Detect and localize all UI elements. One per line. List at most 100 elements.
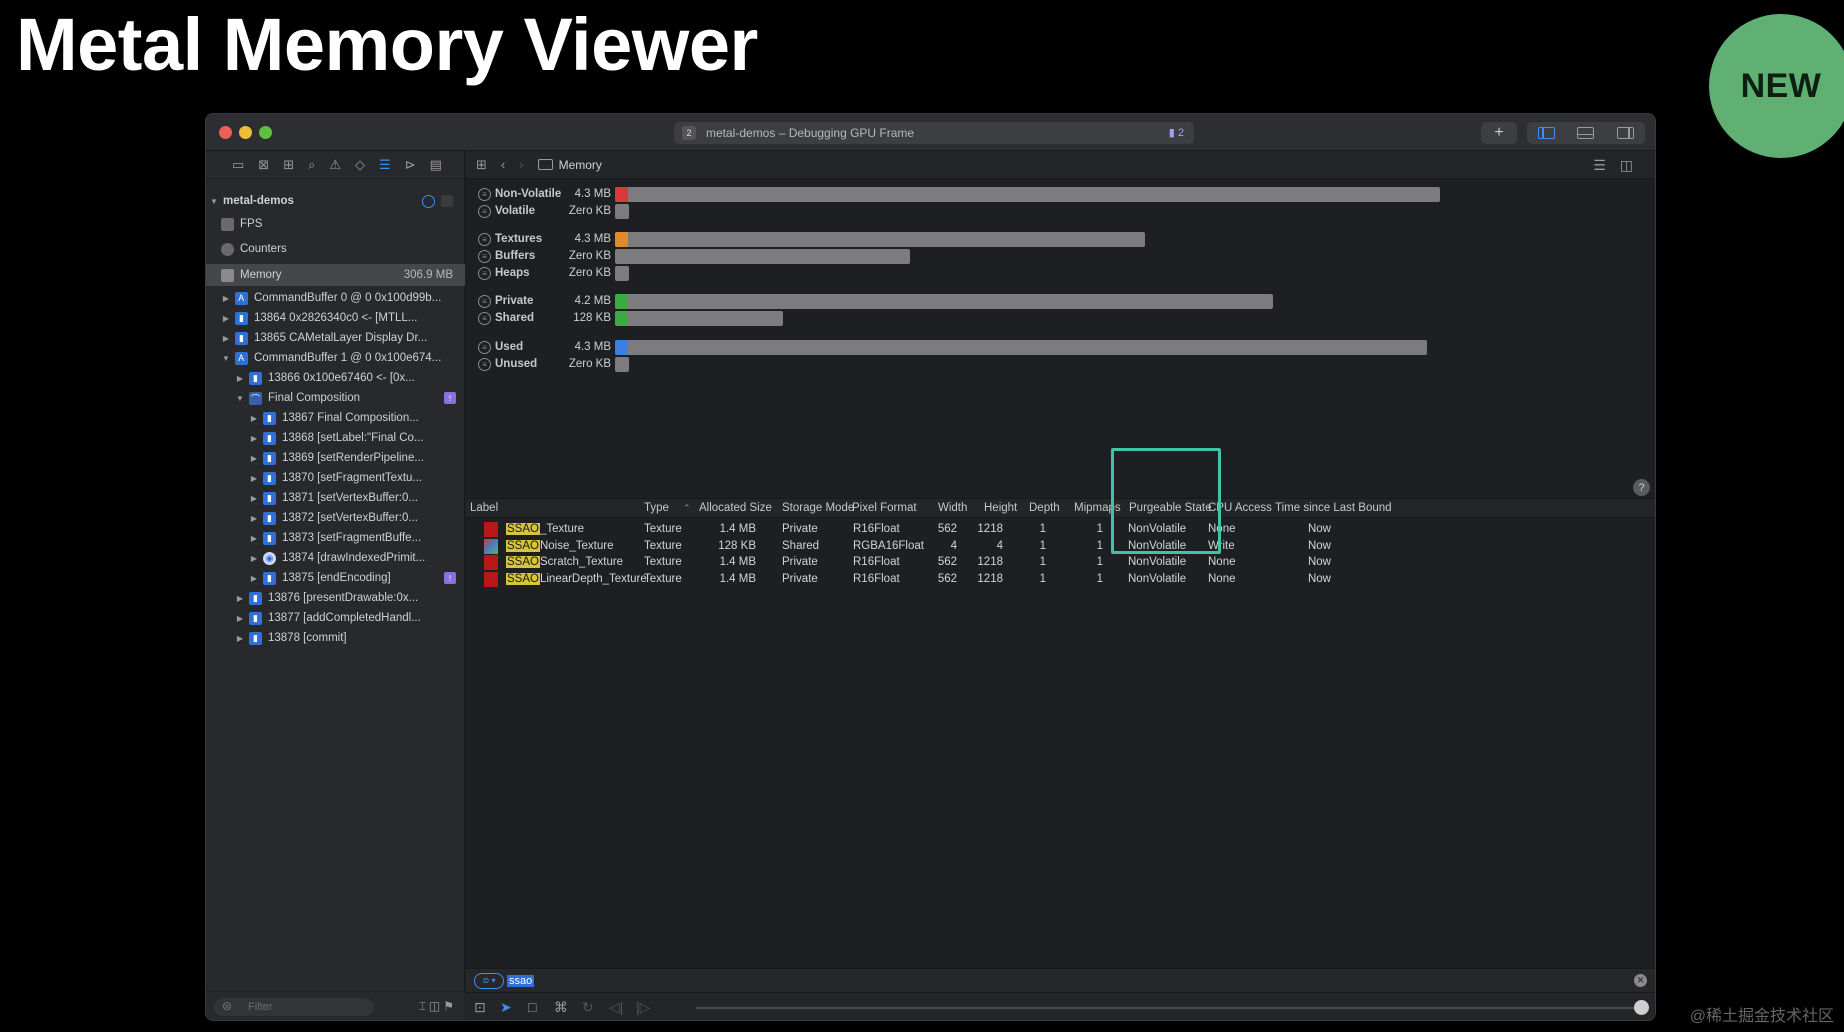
disclosure-closed-icon[interactable]: ▶: [249, 574, 259, 583]
filter-icon[interactable]: ≡: [478, 205, 491, 218]
find-input[interactable]: ssao: [507, 974, 535, 987]
add-button[interactable]: +: [1481, 122, 1517, 144]
tree-item-13866[interactable]: ▶ ▮ 13866 0x100e67460 <- [0x...: [206, 368, 465, 388]
step-forward-icon[interactable]: |▷: [636, 999, 650, 1016]
filter-icon[interactable]: ≡: [478, 267, 491, 280]
disclosure-closed-icon[interactable]: ▶: [249, 514, 259, 523]
hierarchy-icon[interactable]: ⊞: [283, 157, 294, 173]
sidebar-item-counters[interactable]: Counters: [206, 239, 465, 259]
sidebar-item-fps[interactable]: FPS: [206, 214, 465, 234]
disclosure-open-icon[interactable]: ▼: [209, 197, 219, 206]
disclosure-closed-icon[interactable]: ▶: [235, 374, 245, 383]
table-row[interactable]: SSAOLinearDepth_Texture Texture 1.4 MB Priv…: [466, 570, 1655, 589]
tree-item-13875[interactable]: ▶ ▮ 13875 [endEncoding]!: [206, 568, 465, 588]
col-height[interactable]: Height: [984, 502, 1017, 514]
filter-icon[interactable]: ≡: [478, 250, 491, 263]
reload-icon[interactable]: ↻: [582, 999, 594, 1016]
breakpoints-icon[interactable]: ➤: [500, 999, 512, 1016]
tree-item-13864[interactable]: ▶ ▮ 13864 0x2826340c0 <- [MTLL...: [206, 308, 465, 328]
tree-item-13870[interactable]: ▶ ▮ 13870 [setFragmentTextu...: [206, 468, 465, 488]
image-icon[interactable]: ⊡: [474, 999, 486, 1016]
col-depth[interactable]: Depth: [1029, 502, 1060, 514]
issue-badge[interactable]: ▮ 2: [1169, 126, 1184, 139]
scrubber-track[interactable]: [696, 1007, 1636, 1009]
filter-icon[interactable]: ≡: [478, 295, 491, 308]
test-icon[interactable]: ◇: [355, 157, 365, 173]
col-pixel-format[interactable]: Pixel Format: [852, 502, 917, 514]
disclosure-closed-icon[interactable]: ▶: [249, 494, 259, 503]
tree-item-13878[interactable]: ▶ ▮ 13878 [commit]: [206, 628, 465, 648]
scrubber-knob[interactable]: [1634, 1000, 1649, 1015]
disclosure-closed-icon[interactable]: ▶: [235, 614, 245, 623]
breadcrumb[interactable]: Memory: [559, 158, 602, 172]
filter-icon[interactable]: ≡: [478, 312, 491, 325]
tree-item-13869[interactable]: ▶ ▮ 13869 [setRenderPipeline...: [206, 448, 465, 468]
inspector-toggle[interactable]: [1606, 127, 1645, 139]
col-storage-mode[interactable]: Storage Mode: [782, 502, 854, 514]
disclosure-closed-icon[interactable]: ▶: [249, 534, 259, 543]
folder-icon[interactable]: ▭: [232, 157, 244, 173]
filter-icon[interactable]: ≡: [478, 341, 491, 354]
col-label[interactable]: Label: [470, 502, 498, 514]
col-cpu-access[interactable]: CPU Access: [1208, 502, 1272, 514]
disclosure-closed-icon[interactable]: ▶: [221, 314, 231, 323]
tree-item-commandbuffer-0[interactable]: ▶ Ꭺ CommandBuffer 0 @ 0 0x100d99b...: [206, 288, 465, 308]
tree-item-13872[interactable]: ▶ ▮ 13872 [setVertexBuffer:0...: [206, 508, 465, 528]
tree-item-13873[interactable]: ▶ ▮ 13873 [setFragmentBuffe...: [206, 528, 465, 548]
col-time-since-last-bound[interactable]: Time since Last Bound: [1275, 502, 1392, 514]
tree-item-13868[interactable]: ▶ ▮ 13868 [setLabel:"Final Co...: [206, 428, 465, 448]
navigator-toggle[interactable]: [1527, 127, 1566, 139]
disclosure-closed-icon[interactable]: ▶: [249, 554, 259, 563]
disclosure-closed-icon[interactable]: ▶: [221, 294, 231, 303]
disclosure-open-icon[interactable]: ▼: [221, 354, 231, 363]
disclosure-closed-icon[interactable]: ▶: [235, 594, 245, 603]
options-icon[interactable]: [441, 195, 453, 207]
disclosure-open-icon[interactable]: ▼: [235, 394, 245, 403]
step-back-icon[interactable]: ◁|: [609, 999, 623, 1016]
disclosure-closed-icon[interactable]: ▶: [235, 634, 245, 643]
report-icon[interactable]: ▤: [430, 157, 442, 173]
tree-item-commandbuffer-1[interactable]: ▼ Ꭺ CommandBuffer 1 @ 0 0x100e674...: [206, 348, 465, 368]
gpu-frame-icon[interactable]: ⌘: [554, 999, 568, 1016]
find-options-icon[interactable]: ⊜ ▾: [474, 972, 504, 989]
breakpoint-icon[interactable]: ⊳: [405, 157, 416, 173]
stop-icon[interactable]: □: [528, 999, 536, 1015]
col-allocated-size[interactable]: Allocated Size: [699, 502, 772, 514]
col-purgeable-state[interactable]: Purgeable State: [1129, 502, 1211, 514]
tree-item-13876[interactable]: ▶ ▮ 13876 [presentDrawable:0x...: [206, 588, 465, 608]
minimize-window-button[interactable]: [239, 126, 252, 139]
source-control-icon[interactable]: ⊠: [258, 157, 269, 173]
sidebar-filter-input[interactable]: Filter: [214, 997, 374, 1016]
disclosure-closed-icon[interactable]: ▶: [249, 414, 259, 423]
debug-area-toggle[interactable]: [1566, 127, 1605, 139]
tree-item-13865[interactable]: ▶ ▮ 13865 CAMetalLayer Display Dr...: [206, 328, 465, 348]
editor-options-icon[interactable]: ☰◫: [1593, 157, 1647, 174]
close-window-button[interactable]: [219, 126, 232, 139]
filter-options-icon[interactable]: ⌶◫⚑: [419, 999, 457, 1014]
disclosure-closed-icon[interactable]: ▶: [249, 434, 259, 443]
tree-item-final-composition[interactable]: ▼ ⌒ Final Composition!: [206, 388, 465, 408]
disclosure-closed-icon[interactable]: ▶: [249, 474, 259, 483]
grid-icon[interactable]: ⊞: [476, 157, 487, 173]
zoom-window-button[interactable]: [259, 126, 272, 139]
filter-icon[interactable]: ≡: [478, 188, 491, 201]
col-type[interactable]: Type: [644, 502, 669, 514]
forward-icon[interactable]: ›: [519, 157, 523, 172]
disclosure-closed-icon[interactable]: ▶: [249, 454, 259, 463]
disclosure-closed-icon[interactable]: ▶: [221, 334, 231, 343]
tree-item-13871[interactable]: ▶ ▮ 13871 [setVertexBuffer:0...: [206, 488, 465, 508]
tree-item-13874[interactable]: ▶ ◉ 13874 [drawIndexedPrimit...: [206, 548, 465, 568]
col-mipmaps[interactable]: Mipmaps: [1074, 502, 1121, 514]
tree-item-13867[interactable]: ▶ ▮ 13867 Final Composition...: [206, 408, 465, 428]
clear-search-icon[interactable]: ✕: [1634, 974, 1647, 987]
col-width[interactable]: Width: [938, 502, 967, 514]
warning-icon[interactable]: ⚠: [329, 157, 341, 173]
filter-icon[interactable]: ≡: [478, 358, 491, 371]
tree-item-13877[interactable]: ▶ ▮ 13877 [addCompletedHandl...: [206, 608, 465, 628]
gauge-icon[interactable]: [422, 194, 435, 208]
filter-icon[interactable]: ≡: [478, 233, 491, 246]
tree-root[interactable]: ▼ metal-demos: [206, 191, 465, 211]
help-button[interactable]: ?: [1633, 479, 1650, 496]
sidebar-item-memory[interactable]: Memory 306.9 MB: [206, 264, 465, 286]
back-icon[interactable]: ‹: [501, 157, 505, 172]
